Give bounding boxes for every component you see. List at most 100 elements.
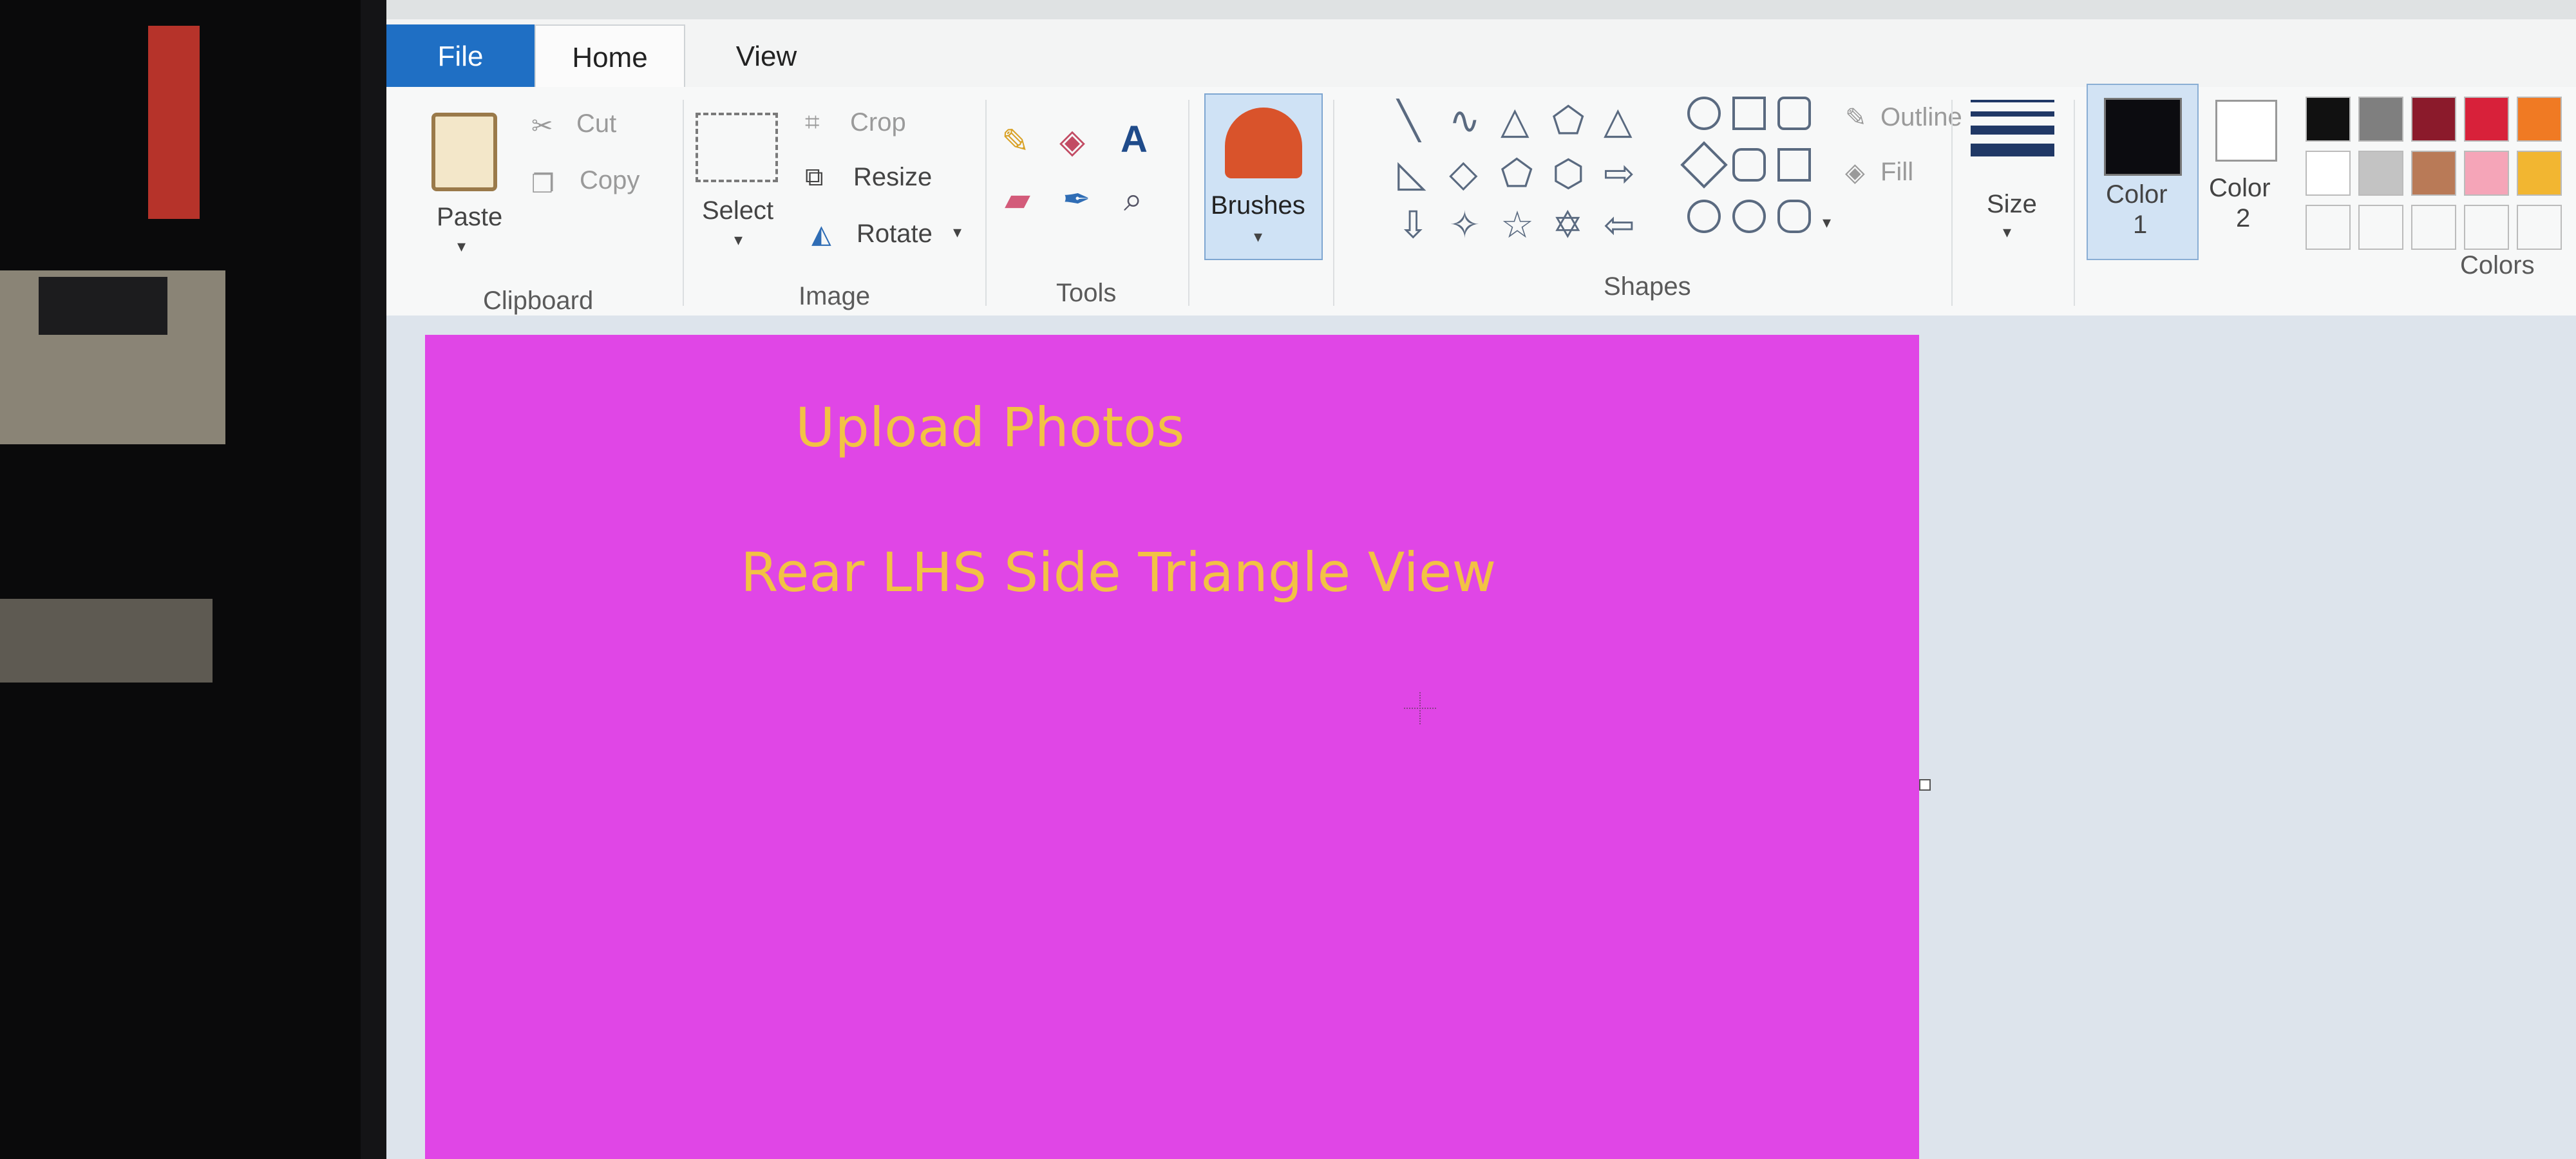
canvas-workspace: Upload Photos Rear LHS Side Triangle Vie… xyxy=(386,316,2576,1159)
palette-swatch[interactable] xyxy=(2358,151,2403,196)
palette-swatch[interactable] xyxy=(2306,97,2351,142)
star-six-icon[interactable]: ✡ xyxy=(1552,203,1584,247)
color-1-number: 1 xyxy=(2133,211,2148,239)
ribbon-divider xyxy=(1951,100,1953,306)
crop-button[interactable]: Crop xyxy=(850,108,906,137)
brushes-label: Brushes xyxy=(1211,191,1305,220)
copy-icon: ❐ xyxy=(531,170,554,198)
tab-view[interactable]: View xyxy=(702,24,831,89)
color-1-swatch xyxy=(2104,98,2182,176)
palette-swatch[interactable] xyxy=(2411,151,2456,196)
ribbon-divider xyxy=(985,100,987,306)
palette-swatch[interactable] xyxy=(2464,151,2509,196)
ribbon-divider xyxy=(2074,100,2075,306)
rounded-rectangle-icon[interactable] xyxy=(1777,97,1811,130)
outline-icon: ✎ xyxy=(1845,104,1867,132)
palette-swatch[interactable] xyxy=(2464,97,2509,142)
callout-shape-icon[interactable] xyxy=(1687,200,1721,233)
group-label-image: Image xyxy=(799,282,871,310)
chevron-down-icon[interactable]: ▾ xyxy=(1823,212,1831,232)
tab-home[interactable]: Home xyxy=(535,24,685,90)
group-label-tools: Tools xyxy=(1056,279,1117,307)
line-shape-icon[interactable]: ╲ xyxy=(1397,99,1420,142)
group-label-clipboard: Clipboard xyxy=(483,287,594,315)
size-icon[interactable] xyxy=(1971,100,2054,184)
copy-button[interactable]: Copy xyxy=(580,166,639,195)
pentagon-shape-icon[interactable]: ⬠ xyxy=(1501,151,1533,195)
pencil-icon[interactable]: ✎ xyxy=(1001,122,1030,161)
fill-icon: ◈ xyxy=(1845,158,1865,187)
ribbon-tabs: File Home View xyxy=(386,19,2576,90)
fill-button[interactable]: Fill xyxy=(1880,158,1913,187)
hexagon-shape-icon[interactable]: ⬡ xyxy=(1552,151,1585,195)
resize-button[interactable]: Resize xyxy=(853,163,932,192)
curve-shape-icon[interactable]: ∿ xyxy=(1449,99,1481,142)
palette-swatch-empty[interactable] xyxy=(2358,205,2403,250)
palette-swatch-empty[interactable] xyxy=(2517,205,2562,250)
select-button[interactable]: Select xyxy=(702,196,773,225)
star-four-icon[interactable]: ✧ xyxy=(1449,203,1481,247)
crosshair-cursor-icon xyxy=(1404,692,1436,724)
chevron-down-icon[interactable]: ▾ xyxy=(457,236,466,256)
brush-icon xyxy=(1225,108,1302,178)
arrow-left-shape-icon[interactable]: ⇦ xyxy=(1604,203,1635,247)
palette-swatch[interactable] xyxy=(2517,97,2562,142)
ribbon: Paste ▾ ✂ Cut ❐ Copy Clipboard Select ▾ … xyxy=(386,84,2576,317)
color-picker-icon[interactable]: ✒ xyxy=(1063,180,1091,219)
palette-swatch-empty[interactable] xyxy=(2464,205,2509,250)
triangle-shape-icon[interactable]: △ xyxy=(1501,99,1530,142)
rectangle-shape-icon[interactable] xyxy=(1732,97,1766,130)
drawing-canvas[interactable]: Upload Photos Rear LHS Side Triangle Vie… xyxy=(425,335,1919,1159)
callout-shape-icon[interactable] xyxy=(1732,200,1766,233)
star-five-icon[interactable]: ☆ xyxy=(1501,203,1534,247)
ribbon-divider xyxy=(683,100,684,306)
palette-swatch[interactable] xyxy=(2517,151,2562,196)
palette-swatch[interactable] xyxy=(2306,151,2351,196)
arrow-shape-icon[interactable] xyxy=(1777,148,1811,182)
paste-icon[interactable] xyxy=(431,113,497,191)
ribbon-divider xyxy=(1333,100,1334,306)
right-triangle-icon[interactable]: ◺ xyxy=(1397,151,1426,195)
diamond-shape-icon[interactable] xyxy=(1680,141,1728,189)
chevron-down-icon[interactable]: ▾ xyxy=(734,230,743,250)
arrow-right-shape-icon[interactable]: ⇨ xyxy=(1604,151,1635,195)
palette-swatch[interactable] xyxy=(2358,97,2403,142)
chevron-down-icon[interactable]: ▾ xyxy=(953,222,961,242)
palette-swatch[interactable] xyxy=(2411,97,2456,142)
color-2-label[interactable]: Color xyxy=(2209,174,2271,203)
brushes-button[interactable]: Brushes ▾ xyxy=(1204,93,1323,260)
fill-bucket-icon[interactable]: ◈ xyxy=(1059,122,1085,161)
callout-shape-icon[interactable] xyxy=(1777,200,1811,233)
canvas-resize-handle[interactable] xyxy=(1919,779,1931,791)
color-1-label: Color xyxy=(2106,180,2168,209)
diamond-shape-icon[interactable]: ◇ xyxy=(1449,151,1478,195)
palette-swatch-empty[interactable] xyxy=(2411,205,2456,250)
cut-button[interactable]: Cut xyxy=(576,109,616,138)
paste-button[interactable]: Paste xyxy=(437,203,502,232)
chevron-down-icon[interactable]: ▾ xyxy=(2003,222,2011,242)
polygon-shape-icon[interactable]: ⬠ xyxy=(1552,99,1584,142)
triangle-shape-icon[interactable]: △ xyxy=(1604,99,1633,142)
select-icon[interactable] xyxy=(696,113,778,182)
rotate-icon: ◭ xyxy=(811,220,831,249)
ribbon-divider xyxy=(1188,100,1189,306)
text-icon[interactable]: A xyxy=(1121,118,1148,161)
group-label-shapes: Shapes xyxy=(1604,272,1691,301)
canvas-title-text: Upload Photos xyxy=(795,396,1185,459)
eraser-icon[interactable]: ▰ xyxy=(1005,180,1030,219)
color-1-button[interactable]: Color 1 xyxy=(2087,84,2199,260)
color-2-number: 2 xyxy=(2236,204,2251,232)
desk-object xyxy=(39,277,167,335)
tab-file[interactable]: File xyxy=(386,24,535,89)
crop-icon: ⌗ xyxy=(805,108,820,137)
oval-shape-icon[interactable] xyxy=(1687,97,1721,130)
palette-swatch-empty[interactable] xyxy=(2306,205,2351,250)
rotate-button[interactable]: Rotate xyxy=(857,220,933,249)
size-button[interactable]: Size xyxy=(1987,190,2037,219)
hexagon-shape-icon[interactable] xyxy=(1732,148,1766,182)
outline-button[interactable]: Outline xyxy=(1880,103,1962,132)
color-2-swatch[interactable] xyxy=(2215,100,2277,162)
title-bar xyxy=(386,0,2576,19)
arrow-down-shape-icon[interactable]: ⇩ xyxy=(1397,203,1429,247)
magnifier-icon[interactable]: ⌕ xyxy=(1124,180,1142,220)
